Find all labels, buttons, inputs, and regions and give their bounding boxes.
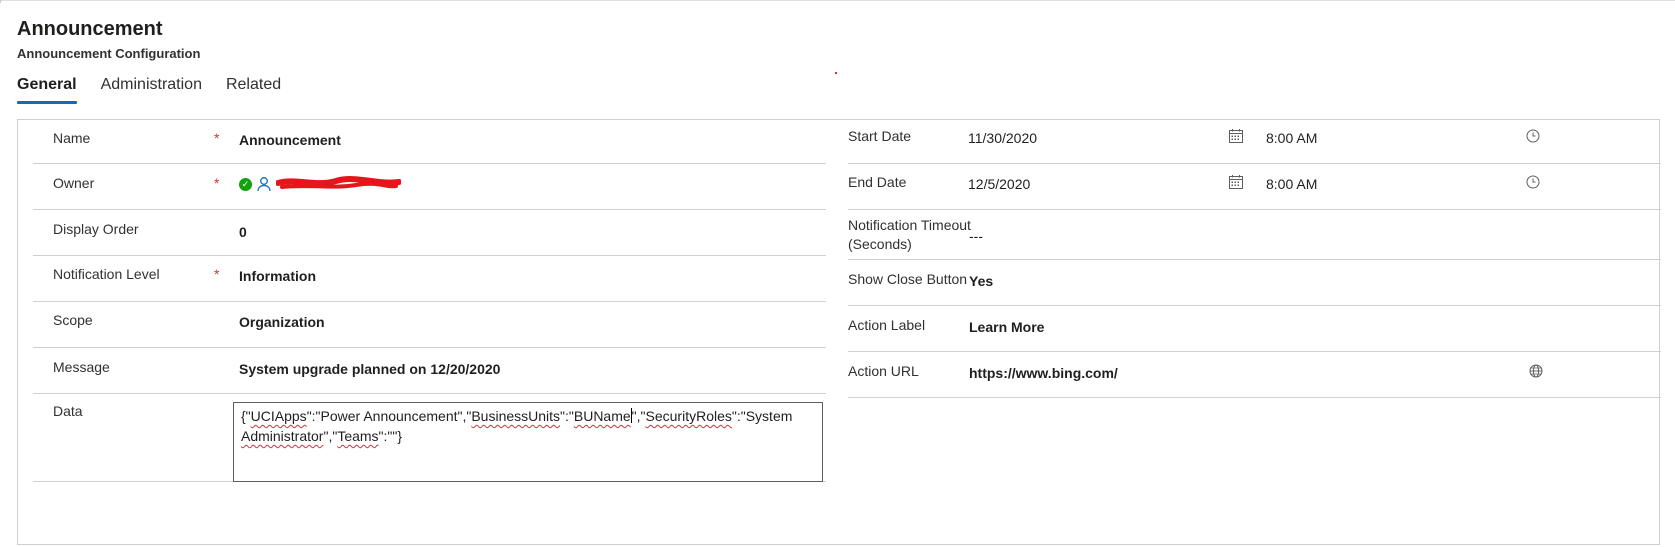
general-section: Name * Announcement Owner * ✓ Display Or… bbox=[17, 119, 1661, 545]
presence-available-icon: ✓ bbox=[239, 177, 252, 191]
data-text-part: ":"Power Announcement"," bbox=[306, 408, 472, 424]
tab-administration[interactable]: Administration bbox=[101, 76, 202, 104]
data-text-misspelled: BUName bbox=[573, 408, 631, 424]
left-column: Name * Announcement Owner * ✓ Display Or… bbox=[33, 120, 826, 482]
field-label: Notification Level bbox=[53, 266, 160, 282]
action-label-value[interactable]: Learn More bbox=[969, 317, 1044, 337]
display-order-value[interactable]: 0 bbox=[239, 222, 247, 242]
end-date-value[interactable]: 12/5/2020 bbox=[968, 174, 1030, 194]
required-marker: * bbox=[214, 175, 220, 191]
field-label: Scope bbox=[53, 312, 93, 328]
field-owner[interactable]: Owner * ✓ bbox=[33, 164, 826, 210]
field-label: Action URL bbox=[848, 363, 919, 379]
field-notification-level[interactable]: Notification Level * Information bbox=[33, 256, 826, 302]
top-divider bbox=[0, 0, 1675, 1]
field-label: Display Order bbox=[53, 221, 139, 237]
data-text-part: ":""} bbox=[378, 428, 403, 444]
field-label: Notification Timeout bbox=[848, 217, 971, 233]
clock-icon[interactable] bbox=[1526, 129, 1540, 143]
scope-value[interactable]: Organization bbox=[239, 312, 325, 332]
top-tick bbox=[0, 0, 1, 3]
tab-list: General Administration Related bbox=[17, 76, 305, 106]
tab-related[interactable]: Related bbox=[226, 76, 281, 104]
start-time-value[interactable]: 8:00 AM bbox=[1266, 128, 1317, 148]
field-scope[interactable]: Scope Organization bbox=[33, 302, 826, 348]
field-notification-timeout[interactable]: Notification Timeout (Seconds) --- bbox=[848, 210, 1661, 260]
data-text-part: "," bbox=[323, 428, 338, 444]
data-text-misspelled: UCIApps bbox=[250, 408, 307, 424]
end-time-value[interactable]: 8:00 AM bbox=[1266, 174, 1317, 194]
owner-lookup-value[interactable]: ✓ bbox=[239, 176, 401, 192]
data-textarea[interactable]: {"UCIApps":"Power Announcement","Busines… bbox=[233, 402, 823, 482]
field-end-date[interactable]: End Date 12/5/2020 8:00 AM bbox=[848, 164, 1661, 210]
field-action-label[interactable]: Action Label Learn More bbox=[848, 306, 1661, 352]
show-close-button-value[interactable]: Yes bbox=[969, 271, 993, 291]
data-text-misspelled: Administrator bbox=[241, 428, 324, 444]
field-data[interactable]: Data {"UCIApps":"Power Announcement","Bu… bbox=[33, 394, 826, 482]
field-display-order[interactable]: Display Order 0 bbox=[33, 210, 826, 256]
globe-icon[interactable] bbox=[1529, 364, 1543, 378]
data-text-misspelled: SecurityRoles bbox=[645, 408, 732, 424]
data-text-part: ":" bbox=[560, 408, 574, 424]
data-text-misspelled: Teams bbox=[337, 428, 379, 444]
field-label: Data bbox=[53, 403, 83, 419]
action-url-value[interactable]: https://www.bing.com/ bbox=[969, 363, 1118, 383]
page-subtitle: Announcement Configuration bbox=[17, 46, 201, 61]
field-label-line2: (Seconds) bbox=[848, 236, 912, 252]
message-value[interactable]: System upgrade planned on 12/20/2020 bbox=[239, 359, 500, 379]
page-title: Announcement bbox=[17, 18, 163, 40]
name-value[interactable]: Announcement bbox=[239, 130, 341, 150]
field-message[interactable]: Message System upgrade planned on 12/20/… bbox=[33, 348, 826, 394]
field-label: Action Label bbox=[848, 317, 926, 333]
field-label: Start Date bbox=[848, 128, 912, 144]
calendar-icon[interactable] bbox=[1228, 174, 1244, 190]
redacted-owner-name bbox=[276, 176, 401, 189]
required-marker: * bbox=[214, 266, 220, 282]
field-label: Message bbox=[53, 359, 110, 375]
stray-dot bbox=[835, 72, 837, 74]
field-label: Show Close Button bbox=[848, 271, 968, 287]
data-text-part: ":"System bbox=[731, 408, 793, 424]
data-text-part: {" bbox=[241, 408, 251, 424]
form-header: Announcement Announcement Configuration bbox=[17, 17, 200, 62]
field-action-url[interactable]: Action URL https://www.bing.com/ bbox=[848, 352, 1661, 398]
clock-icon[interactable] bbox=[1526, 175, 1540, 189]
right-column: Start Date 11/30/2020 8:00 AM End Date 1… bbox=[848, 120, 1661, 398]
notification-timeout-value[interactable]: --- bbox=[969, 226, 983, 246]
start-date-value[interactable]: 11/30/2020 bbox=[968, 128, 1037, 148]
calendar-icon[interactable] bbox=[1228, 128, 1244, 144]
tab-general[interactable]: General bbox=[17, 76, 77, 104]
field-name[interactable]: Name * Announcement bbox=[33, 120, 826, 164]
field-label: Name bbox=[53, 130, 91, 146]
field-show-close-button[interactable]: Show Close Button Yes bbox=[848, 260, 1661, 306]
field-label: End Date bbox=[848, 174, 907, 190]
notification-level-value[interactable]: Information bbox=[239, 266, 316, 286]
data-text-part: "," bbox=[631, 408, 646, 424]
data-text-misspelled: BusinessUnits bbox=[471, 408, 561, 424]
field-start-date[interactable]: Start Date 11/30/2020 8:00 AM bbox=[848, 120, 1661, 164]
person-icon bbox=[257, 177, 271, 192]
required-marker: * bbox=[214, 130, 220, 146]
field-label: Owner bbox=[53, 175, 95, 191]
